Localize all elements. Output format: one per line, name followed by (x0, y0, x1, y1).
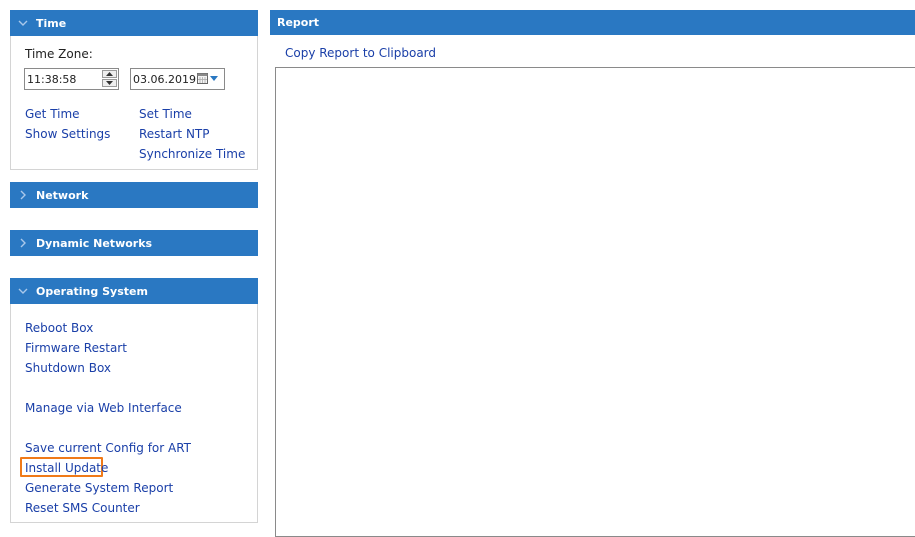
reset-sms-counter-link[interactable]: Reset SMS Counter (25, 501, 140, 515)
dynamic-networks-panel-header[interactable]: Dynamic Networks (10, 230, 258, 256)
network-panel-header[interactable]: Network (10, 182, 258, 208)
operating-system-panel-title: Operating System (36, 284, 148, 298)
install-update-link[interactable]: Install Update (25, 461, 108, 475)
time-spinner[interactable] (102, 70, 117, 88)
shutdown-box-link[interactable]: Shutdown Box (25, 361, 111, 375)
copy-report-link[interactable]: Copy Report to Clipboard (285, 46, 436, 60)
date-input[interactable]: 03.06.2019 (130, 68, 225, 90)
synchronize-time-link[interactable]: Synchronize Time (139, 147, 245, 161)
show-settings-link[interactable]: Show Settings (25, 127, 110, 141)
spin-down-icon[interactable] (102, 79, 117, 87)
firmware-restart-link[interactable]: Firmware Restart (25, 341, 127, 355)
manage-web-interface-link[interactable]: Manage via Web Interface (25, 401, 182, 415)
report-panel-title: Report (277, 16, 320, 29)
chevron-right-icon (10, 190, 36, 200)
time-panel-title: Time (36, 16, 67, 30)
chevron-down-icon (10, 288, 36, 295)
network-panel-title: Network (36, 188, 89, 202)
reboot-box-link[interactable]: Reboot Box (25, 321, 93, 335)
get-time-link[interactable]: Get Time (25, 107, 80, 121)
time-panel-header[interactable]: Time (10, 10, 258, 36)
dynamic-networks-panel-title: Dynamic Networks (36, 236, 153, 250)
calendar-icon[interactable] (197, 73, 218, 84)
operating-system-panel-header[interactable]: Operating System (10, 278, 258, 304)
date-value: 03.06.2019 (133, 72, 196, 86)
chevron-right-icon (10, 238, 36, 248)
save-config-link[interactable]: Save current Config for ART (25, 441, 191, 455)
restart-ntp-link[interactable]: Restart NTP (139, 127, 210, 141)
timezone-label: Time Zone: (25, 47, 93, 61)
spin-up-icon[interactable] (102, 70, 117, 78)
report-text-area[interactable] (275, 67, 915, 537)
dropdown-arrow-icon (210, 76, 218, 81)
report-panel-header: Report (270, 10, 915, 35)
chevron-down-icon (10, 20, 36, 27)
set-time-link[interactable]: Set Time (139, 107, 192, 121)
time-input[interactable]: 11:38:58 (24, 68, 119, 90)
time-value: 11:38:58 (27, 72, 77, 86)
generate-system-report-link[interactable]: Generate System Report (25, 481, 173, 495)
